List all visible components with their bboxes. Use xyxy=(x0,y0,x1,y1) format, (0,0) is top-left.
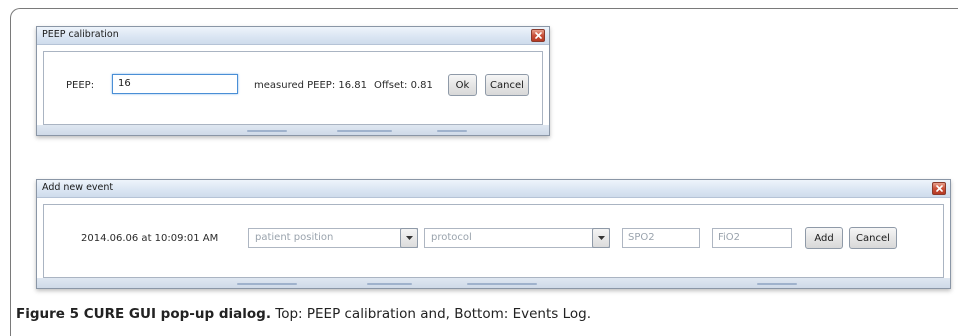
peep-dialog-body: PEEP: 16 measured PEEP: 16.81 Offset: 0.… xyxy=(43,51,543,125)
caption-text: Top: PEEP calibration and, Bottom: Event… xyxy=(270,306,591,322)
add-button[interactable]: Add xyxy=(805,227,843,249)
close-icon xyxy=(534,32,542,39)
peep-dialog-title: PEEP calibration xyxy=(42,29,119,40)
peep-input[interactable]: 16 xyxy=(112,74,238,94)
spo2-input[interactable]: SPO2 xyxy=(622,228,700,248)
peep-dialog-bottom-strip xyxy=(37,125,549,135)
event-timestamp: 2014.06.06 at 10:09:01 AM xyxy=(81,233,219,244)
peep-dialog-titlebar: PEEP calibration xyxy=(37,27,549,45)
protocol-select[interactable]: protocol xyxy=(424,228,610,248)
caption-bold: Figure 5 CURE GUI pop-up dialog. xyxy=(16,306,271,322)
patient-position-placeholder: patient position xyxy=(255,232,334,243)
add-event-dialog: Add new event 2014.06.06 at 10:09:01 AM … xyxy=(36,179,951,289)
fio2-input[interactable]: FiO2 xyxy=(712,228,792,248)
peep-label: PEEP: xyxy=(66,80,95,91)
peep-close-button[interactable] xyxy=(531,29,545,42)
figure-caption: Figure 5 CURE GUI pop-up dialog. Top: PE… xyxy=(16,306,591,322)
offset-text: Offset: 0.81 xyxy=(374,80,433,91)
protocol-placeholder: protocol xyxy=(431,232,472,243)
close-icon xyxy=(935,185,943,192)
ok-button[interactable]: Ok xyxy=(448,74,477,96)
peep-cancel-button[interactable]: Cancel xyxy=(485,74,529,96)
event-dialog-bottom-strip xyxy=(37,278,950,288)
event-dialog-titlebar: Add new event xyxy=(37,180,950,198)
dropdown-arrow-icon[interactable] xyxy=(592,228,610,248)
measured-peep-text: measured PEEP: 16.81 xyxy=(254,80,368,91)
peep-calibration-dialog: PEEP calibration PEEP: 16 measured PEEP:… xyxy=(36,26,550,136)
patient-position-select[interactable]: patient position xyxy=(248,228,418,248)
dropdown-arrow-icon[interactable] xyxy=(400,228,418,248)
event-cancel-button[interactable]: Cancel xyxy=(849,227,897,249)
event-dialog-body: 2014.06.06 at 10:09:01 AM patient positi… xyxy=(43,204,944,278)
event-close-button[interactable] xyxy=(932,182,946,195)
event-dialog-title: Add new event xyxy=(42,182,114,193)
